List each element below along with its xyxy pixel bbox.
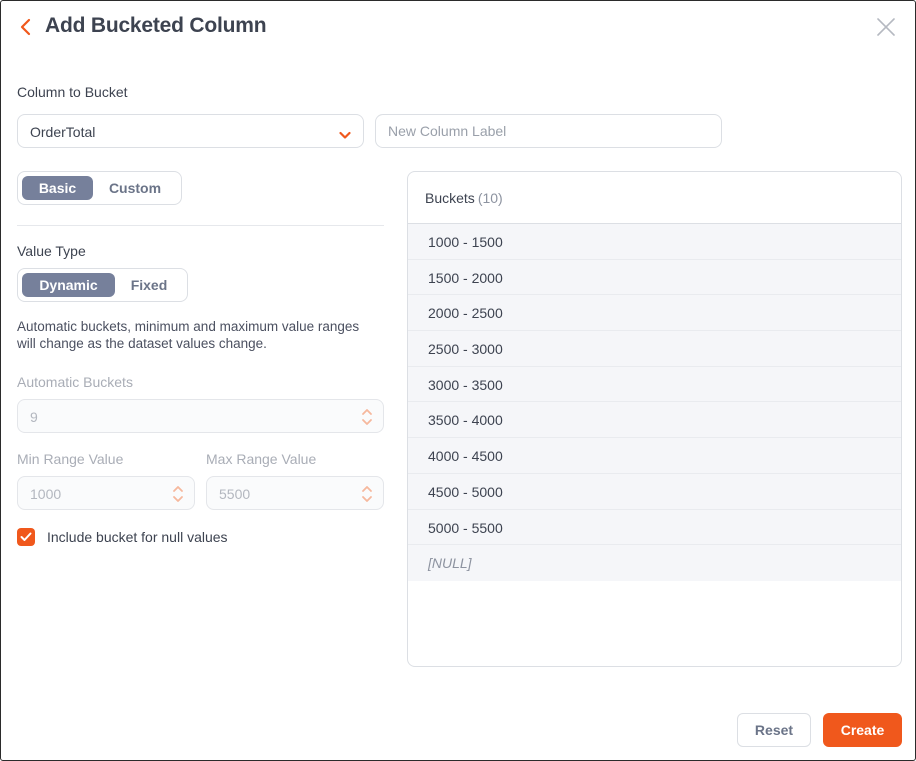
list-item-null: [NULL] bbox=[408, 545, 901, 581]
chevron-down-icon bbox=[339, 127, 351, 139]
value-type-toggle: Dynamic Fixed bbox=[17, 268, 188, 302]
list-item: 4000 - 4500 bbox=[408, 438, 901, 474]
stepper-icon[interactable] bbox=[361, 483, 373, 505]
tab-basic[interactable]: Basic bbox=[22, 176, 93, 200]
null-bucket-label: Include bucket for null values bbox=[47, 529, 228, 545]
column-select-value: OrderTotal bbox=[30, 124, 96, 140]
min-range-label: Min Range Value bbox=[17, 451, 124, 467]
new-column-label-input[interactable] bbox=[375, 114, 722, 148]
stepper-icon[interactable] bbox=[361, 406, 373, 428]
max-range-label: Max Range Value bbox=[206, 451, 317, 467]
buckets-panel: Buckets (10) 1000 - 1500 1500 - 2000 2000… bbox=[407, 171, 902, 667]
list-item: 1500 - 2000 bbox=[408, 259, 901, 296]
list-item: 3500 - 4000 bbox=[408, 402, 901, 439]
tab-custom[interactable]: Custom bbox=[93, 176, 177, 200]
automatic-buckets-input[interactable]: 9 bbox=[17, 399, 384, 433]
list-item: 3000 - 3500 bbox=[408, 366, 901, 403]
buckets-header: Buckets (10) bbox=[408, 172, 901, 224]
list-item: 1000 - 1500 bbox=[408, 224, 901, 260]
column-select[interactable]: OrderTotal bbox=[17, 114, 364, 148]
null-bucket-checkbox[interactable] bbox=[17, 528, 35, 546]
value-type-description: Automatic buckets, minimum and maximum v… bbox=[17, 319, 360, 351]
checkmark-icon bbox=[20, 532, 32, 541]
list-item: 2500 - 3000 bbox=[408, 331, 901, 367]
buckets-count: (10) bbox=[477, 190, 503, 206]
tab-fixed[interactable]: Fixed bbox=[115, 273, 183, 297]
tab-dynamic[interactable]: Dynamic bbox=[22, 273, 115, 297]
value-type-label: Value Type bbox=[17, 243, 86, 259]
chevron-left-icon[interactable] bbox=[17, 17, 35, 37]
section-divider bbox=[17, 225, 384, 226]
reset-button[interactable]: Reset bbox=[737, 713, 811, 747]
dialog-title: Add Bucketed Column bbox=[45, 14, 267, 37]
list-item: 2000 - 2500 bbox=[408, 295, 901, 332]
buckets-title: Buckets bbox=[425, 190, 475, 206]
column-to-bucket-label: Column to Bucket bbox=[17, 84, 128, 100]
mode-toggle: Basic Custom bbox=[17, 171, 182, 205]
min-range-input[interactable]: 1000 bbox=[17, 476, 195, 510]
automatic-buckets-value: 9 bbox=[30, 409, 38, 425]
create-button[interactable]: Create bbox=[823, 713, 902, 747]
close-icon[interactable] bbox=[876, 17, 896, 37]
list-item: 4500 - 5000 bbox=[408, 473, 901, 510]
stepper-icon[interactable] bbox=[172, 483, 184, 505]
max-range-value: 5500 bbox=[219, 486, 251, 502]
automatic-buckets-label: Automatic Buckets bbox=[17, 374, 133, 390]
min-range-value: 1000 bbox=[30, 486, 62, 502]
max-range-input[interactable]: 5500 bbox=[206, 476, 384, 510]
add-bucketed-column-dialog: Add Bucketed Column Column to Bucket Ord… bbox=[0, 0, 916, 761]
list-item: 5000 - 5500 bbox=[408, 509, 901, 546]
